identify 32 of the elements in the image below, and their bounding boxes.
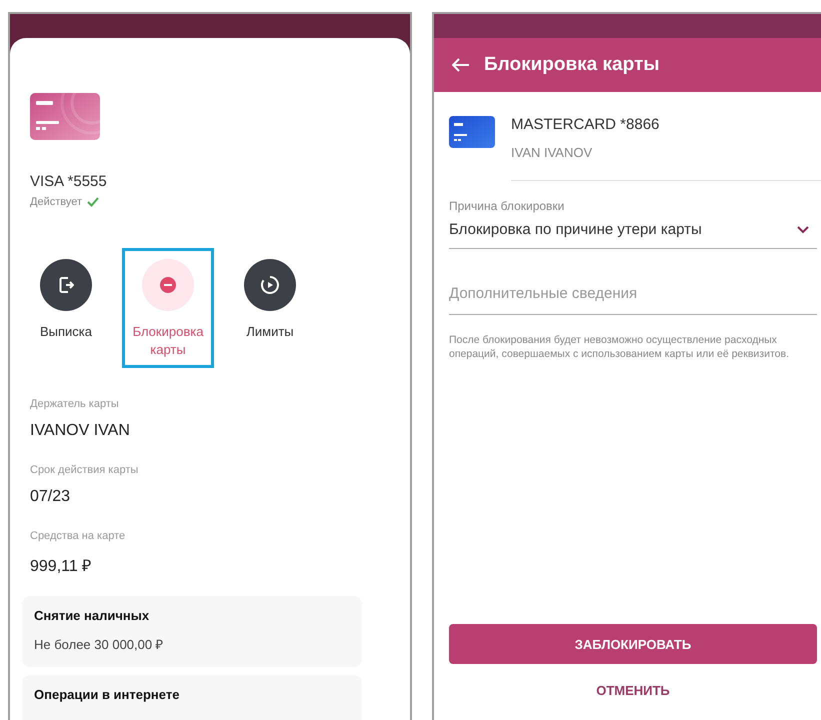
detail-label: Средства на карте [30, 530, 126, 542]
block-button[interactable]: ЗАБЛОКИРОВАТЬ [449, 624, 817, 664]
detail-value: 07/23 [30, 488, 72, 506]
detail-value: IVANOV IVAN [30, 422, 131, 440]
card-icon [30, 93, 100, 140]
minus-circle-icon [160, 277, 176, 293]
dial-icon [260, 275, 280, 295]
warning-note: После блокирования будет невозможно осуществление расходных операций, совершаемых с использованием карты или её реквизитов. [449, 333, 790, 361]
detail-label: Держатель карты [30, 398, 120, 410]
limit-title: Снятие наличных [34, 608, 150, 623]
detail-label: Срок действия карты [30, 464, 140, 476]
limit-card[interactable]: Снятие наличных Не более 30 000,00 ₽ [22, 596, 362, 667]
action-button[interactable]: Блокировка карты [122, 248, 214, 368]
field-label: Причина блокировки [449, 199, 566, 213]
card-icon [449, 116, 495, 148]
cancel-button[interactable]: ОТМЕНИТЬ [586, 674, 680, 706]
action-button[interactable]: Выписка [20, 248, 112, 368]
limit-title: Операции в интернете [34, 687, 180, 702]
limit-card[interactable]: Операции в интернете [22, 675, 362, 720]
limit-value: Не более 30 000,00 ₽ [34, 636, 165, 653]
card-holder: IVAN IVANOV [511, 145, 594, 160]
screen-title: Блокировка карты [484, 54, 660, 76]
detail-value: 999,11 ₽ [30, 557, 92, 576]
action-button[interactable]: Лимиты [224, 248, 316, 368]
card-name: MASTERCARD *8866 [511, 116, 660, 133]
back-arrow-icon[interactable] [452, 58, 470, 72]
details-input-field[interactable]: Дополнительные сведения [449, 277, 817, 315]
reason-dropdown[interactable]: Блокировка по причине утери карты [449, 213, 817, 249]
chevron-down-icon [797, 226, 809, 234]
export-icon [58, 276, 74, 294]
card-title: VISA *5555 [30, 173, 108, 190]
card-status: Действует [30, 196, 82, 208]
